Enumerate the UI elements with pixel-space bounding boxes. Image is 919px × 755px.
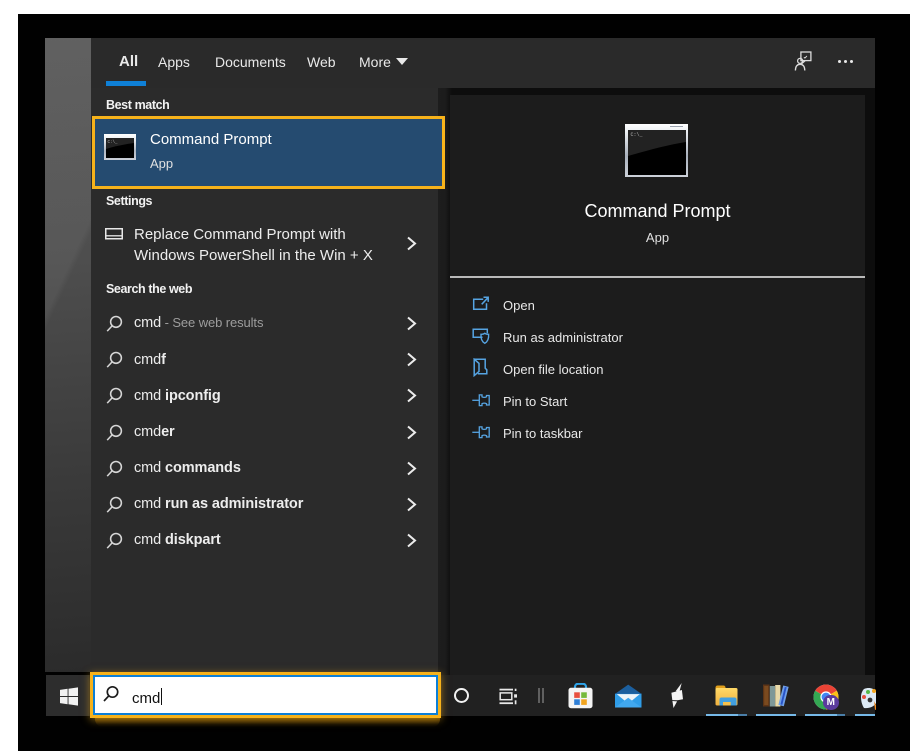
- svg-text:C:\_: C:\_: [108, 140, 119, 145]
- svg-text:C:\_: C:\_: [630, 132, 643, 138]
